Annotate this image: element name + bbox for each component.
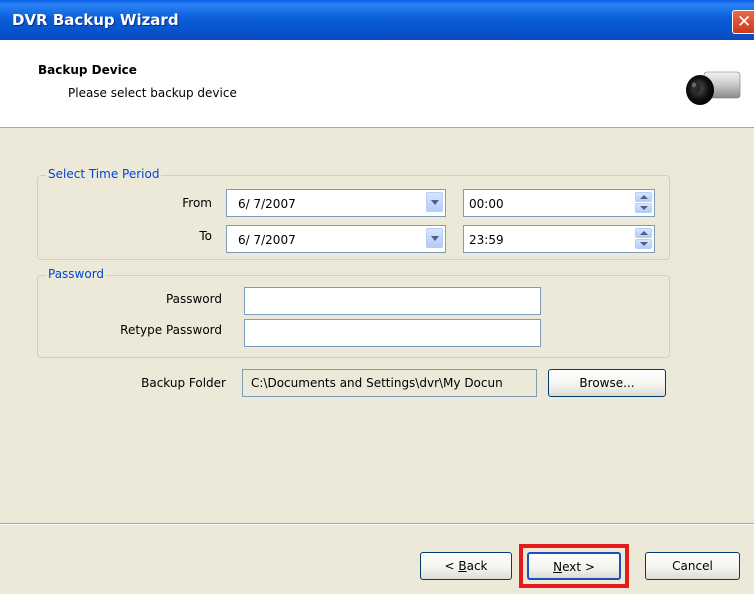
from-label: From [182,196,212,210]
to-time-spin-buttons [635,228,652,249]
wizard-header: Backup Device Please select backup devic… [0,40,754,128]
spin-up-icon[interactable] [635,192,652,202]
title-bar[interactable]: DVR Backup Wizard ✕ [0,0,754,40]
camera-icon [686,71,741,105]
to-time-value: 23:59 [469,233,504,247]
footer-divider [0,523,754,525]
backup-folder-value: C:\Documents and Settings\dvr\My Docun [251,376,503,390]
retype-password-label: Retype Password [120,323,222,337]
to-time-spinner[interactable]: 23:59 [463,225,655,253]
chevron-down-icon[interactable] [426,192,443,212]
password-field[interactable] [244,287,541,315]
to-date-picker[interactable]: 6/ 7/2007 [226,225,446,253]
close-icon: ✕ [737,12,752,32]
from-time-value: 00:00 [469,197,504,211]
backup-folder-label: Backup Folder [141,376,226,390]
from-date-value: 6/ 7/2007 [238,197,296,211]
back-prefix: < [444,559,459,573]
page-title: Backup Device [38,63,137,77]
dvr-backup-wizard-window: DVR Backup Wizard ✕ Backup Device Please… [0,0,754,594]
from-date-picker[interactable]: 6/ 7/2007 [226,189,446,217]
password-label: Password [165,292,222,306]
chevron-down-icon[interactable] [426,228,443,248]
to-date-value: 6/ 7/2007 [238,233,296,247]
page-subtitle: Please select backup device [68,86,237,100]
password-legend: Password [46,267,107,281]
close-button[interactable]: ✕ [732,10,754,34]
back-mnemonic: B [458,559,467,573]
back-rest: ack [466,559,488,573]
spin-down-icon[interactable] [635,239,652,249]
browse-button[interactable]: Browse... [548,369,666,397]
to-label: To [199,229,212,243]
from-time-spin-buttons [635,192,652,213]
spin-down-icon[interactable] [635,203,652,213]
back-button[interactable]: < Back [420,552,512,580]
next-button-highlight [519,544,629,588]
time-period-legend: Select Time Period [46,167,162,181]
from-time-spinner[interactable]: 00:00 [463,189,655,217]
retype-password-field[interactable] [244,319,541,347]
spin-up-icon[interactable] [635,228,652,238]
backup-folder-path: C:\Documents and Settings\dvr\My Docun [242,369,537,397]
cancel-button[interactable]: Cancel [645,552,740,580]
window-title: DVR Backup Wizard [12,11,179,29]
